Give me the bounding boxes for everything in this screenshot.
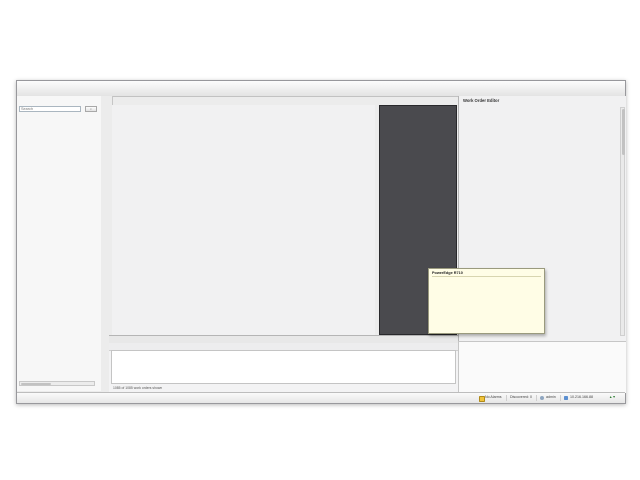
tooltip-title: PowerEdge R710 [432, 271, 541, 277]
discovered-status-text: Discovered: 0 [510, 395, 532, 399]
equipment-tooltip: PowerEdge R710 [428, 268, 545, 334]
search-input[interactable] [19, 106, 81, 112]
filter-button[interactable]: ⌕ [85, 106, 97, 112]
work-orders-table-panel: 1085 of 1085 work orders shown [109, 335, 458, 393]
work-order-editor-toolbar [587, 98, 623, 104]
status-bar: No Alarms Discovered: 0 admin 10.216.166… [17, 392, 625, 403]
user-name-text: admin [546, 395, 556, 399]
genome-tree [17, 115, 101, 379]
user-icon [540, 396, 544, 400]
floorplan-canvas[interactable] [112, 105, 375, 335]
work-orders-table [111, 350, 456, 384]
tree-hscrollbar[interactable] [19, 381, 95, 386]
work-order-editor-title: Work Order Editor [463, 98, 499, 103]
desktop: { "perspectives": [ {"label": "Operation… [0, 0, 640, 480]
alarm-status-text: No Alarms [485, 395, 502, 399]
app-window: Navigation: Genomes ▾ ▪▪ ⌕ Work Order Ed… [16, 80, 626, 404]
work-order-scrollbar-thumb[interactable] [622, 109, 625, 155]
bottom-right-toolbar [597, 344, 623, 349]
status-divider [560, 395, 561, 401]
server-icon [564, 396, 568, 400]
status-divider [536, 395, 537, 401]
server-host-text: 10.216.166.88 [570, 395, 593, 399]
table-footer: 1085 of 1085 work orders shown [113, 386, 162, 390]
status-divider [506, 395, 507, 401]
network-activity-icon: ▲▼ [609, 395, 616, 399]
main-toolbar [17, 81, 625, 97]
tree-hscrollbar-thumb[interactable] [21, 383, 51, 386]
work-order-scrollbar[interactable] [620, 107, 625, 336]
bottom-right-region [458, 341, 626, 393]
genome-tree-panel: ⌕ [17, 96, 102, 391]
search-row: ⌕ [17, 105, 101, 114]
